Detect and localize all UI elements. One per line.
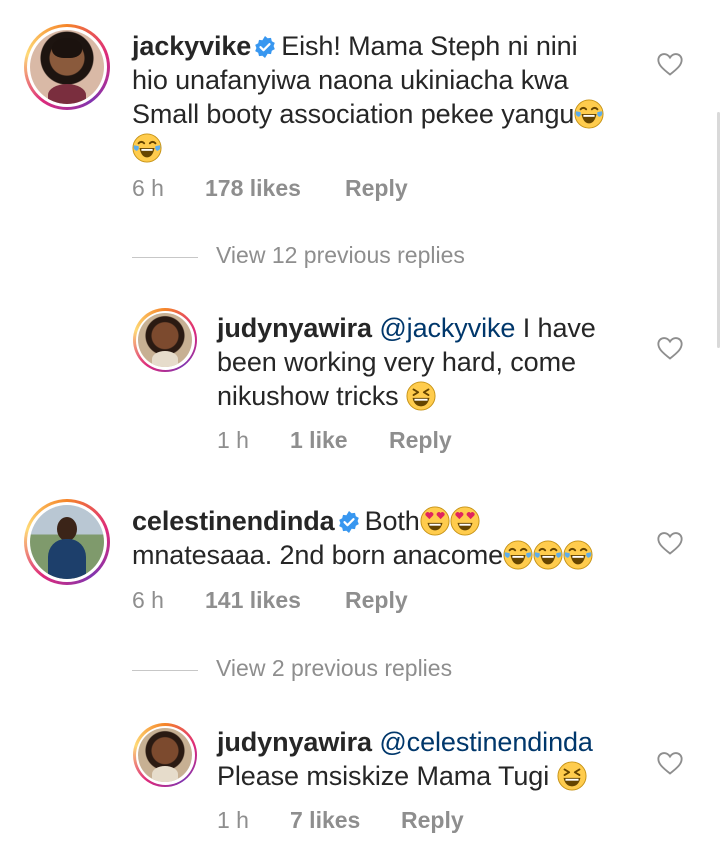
avatar[interactable] (133, 308, 197, 372)
comment-line: been working very hard, come (217, 347, 576, 377)
comment-line: Please msiskize Mama Tugi (217, 761, 557, 791)
avatar[interactable] (24, 24, 110, 110)
reply-button[interactable]: Reply (401, 807, 464, 834)
heart-eyes-emoji (420, 506, 450, 536)
divider (132, 257, 198, 258)
likes-count[interactable]: 1 like (290, 427, 348, 454)
tears-of-joy-emoji (574, 99, 604, 129)
view-replies-label[interactable]: View 2 previous replies (216, 655, 452, 682)
likes-count[interactable]: 141 likes (205, 587, 301, 614)
mention-link[interactable]: @celestinendinda (379, 727, 593, 757)
comment-meta: 1 h 1 like Reply (217, 427, 517, 457)
comment-text: jackyvike Eish! Mama Steph ni nini hio un… (132, 29, 652, 165)
tears-of-joy-emoji (132, 133, 162, 163)
verified-badge-icon (337, 510, 361, 534)
username[interactable]: jackyvike (132, 31, 251, 61)
likes-count[interactable]: 178 likes (205, 175, 301, 202)
comment-time: 1 h (217, 807, 249, 833)
likes-count[interactable]: 7 likes (290, 807, 360, 834)
view-replies-label[interactable]: View 12 previous replies (216, 242, 465, 269)
comment-meta: 6 h 141 likes Reply (132, 587, 532, 617)
comment-line: Both (364, 506, 420, 536)
grinning-squinting-emoji (406, 381, 436, 411)
heart-outline-icon[interactable] (656, 749, 684, 777)
comment-text: celestinendinda Both mnatesaaa. 2nd born … (132, 504, 652, 572)
tears-of-joy-emoji (503, 540, 533, 570)
reply-button[interactable]: Reply (345, 175, 408, 202)
view-previous-replies[interactable]: View 2 previous replies (132, 655, 552, 685)
comment-text: judynyawira @celestinendinda Please msis… (217, 725, 647, 793)
avatar[interactable] (133, 723, 197, 787)
comment-line: mnatesaaa. 2nd born anacome (132, 540, 504, 570)
comment-jackyvike: jackyvike Eish! Mama Steph ni nini hio un… (0, 0, 720, 230)
comment-line: Small booty association pekee yangu (132, 99, 575, 129)
comment-text: judynyawira @jackyvike I have been worki… (217, 311, 637, 413)
comment-line: I have (515, 313, 596, 343)
comment-time: 6 h (132, 587, 164, 613)
tears-of-joy-emoji (533, 540, 563, 570)
tears-of-joy-emoji (563, 540, 593, 570)
reply-judynyawira: judynyawira @jackyvike I have been worki… (0, 300, 720, 470)
reply-button[interactable]: Reply (389, 427, 452, 454)
comment-line: nikushow tricks (217, 381, 406, 411)
comment-meta: 6 h 178 likes Reply (132, 175, 532, 205)
reply-judynyawira: judynyawira @celestinendinda Please msis… (0, 715, 720, 854)
view-previous-replies[interactable]: View 12 previous replies (132, 242, 552, 272)
reply-button[interactable]: Reply (345, 587, 408, 614)
comment-line: Eish! Mama Steph ni nini (281, 31, 578, 61)
comment-time: 1 h (217, 427, 249, 453)
heart-outline-icon[interactable] (656, 529, 684, 557)
comment-time: 6 h (132, 175, 164, 201)
username[interactable]: judynyawira (217, 313, 372, 343)
username[interactable]: celestinendinda (132, 506, 335, 536)
heart-eyes-emoji (450, 506, 480, 536)
verified-badge-icon (253, 35, 277, 59)
divider (132, 670, 198, 671)
heart-outline-icon[interactable] (656, 334, 684, 362)
username[interactable]: judynyawira (217, 727, 372, 757)
grinning-squinting-emoji (557, 761, 587, 791)
comment-meta: 1 h 7 likes Reply (217, 807, 517, 837)
mention-link[interactable]: @jackyvike (379, 313, 515, 343)
avatar[interactable] (24, 499, 110, 585)
comment-line: hio unafanyiwa naona ukiniacha kwa (132, 65, 569, 95)
comment-celestinendinda: celestinendinda Both mnatesaaa. 2nd born … (0, 495, 720, 645)
heart-outline-icon[interactable] (656, 50, 684, 78)
